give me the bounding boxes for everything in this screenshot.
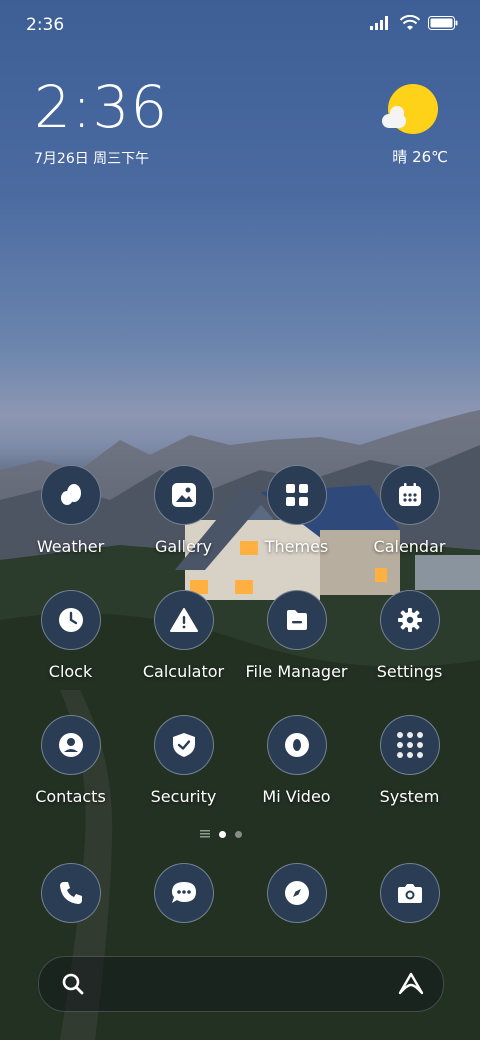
clock-widget[interactable]: 2:36 7月26日 周三下午 [34,78,168,168]
contacts-icon [58,733,83,757]
gallery-icon [171,483,196,507]
weather-icon [60,484,81,505]
browser-compass-icon [284,881,309,905]
app-mi-video[interactable]: Mi Video [240,715,353,806]
app-calculator[interactable]: Calculator [127,590,240,681]
app-drawer-lines-icon [200,830,210,838]
app-label: Contacts [35,787,106,806]
search-bar[interactable] [38,956,444,1012]
page-indicator [200,830,242,838]
calendar-icon [398,483,421,506]
assistant-icon[interactable] [397,971,425,997]
file-manager-icon [286,610,307,630]
camera-icon [397,884,422,903]
app-label: Clock [48,662,93,681]
page-dot-active[interactable] [219,830,226,838]
search-icon [62,973,84,995]
folder-icon [396,732,423,758]
themes-icon [285,484,308,506]
dock-phone[interactable] [14,863,127,923]
app-label: Settings [376,662,443,681]
app-weather[interactable]: Weather [14,465,127,556]
app-label: Themes [264,537,329,556]
cloud-icon [382,106,406,128]
shield-icon [172,733,195,757]
app-label: Gallery [155,537,212,556]
dock-browser[interactable] [240,863,353,923]
app-label: Mi Video [262,787,331,806]
signal-icon [370,16,388,30]
weather-widget-temp: 晴 26℃ [392,148,448,166]
clock-icon [58,608,83,632]
app-label: Calendar [373,537,446,556]
app-calendar[interactable]: Calendar [353,465,466,556]
app-system-folder[interactable]: System [353,715,466,806]
app-label: Calculator [142,662,225,681]
battery-icon [428,16,458,30]
app-gallery[interactable]: Gallery [127,465,240,556]
dock-messages[interactable] [127,863,240,923]
messages-icon [171,882,196,903]
phone-icon [59,882,82,904]
app-themes[interactable]: Themes [240,465,353,556]
app-contacts[interactable]: Contacts [14,715,127,806]
status-bar: 2:36 [0,0,480,50]
wifi-icon [400,15,420,30]
gear-icon [397,608,422,632]
app-security[interactable]: Security [127,715,240,806]
app-label: Security [150,787,217,806]
app-label: System [379,787,440,806]
video-icon [284,733,309,757]
app-settings[interactable]: Settings [353,590,466,681]
app-label: Weather [36,537,105,556]
app-clock[interactable]: Clock [14,590,127,681]
clock-widget-date: 7月26日 周三下午 [34,151,150,167]
app-file-manager[interactable]: File Manager [240,590,353,681]
status-time: 2:36 [26,15,65,35]
dock-camera[interactable] [353,863,466,923]
clock-widget-time: 2:36 [34,73,169,141]
page-dot[interactable] [235,830,242,838]
app-label: File Manager [245,662,348,681]
calculator-icon [169,608,198,632]
